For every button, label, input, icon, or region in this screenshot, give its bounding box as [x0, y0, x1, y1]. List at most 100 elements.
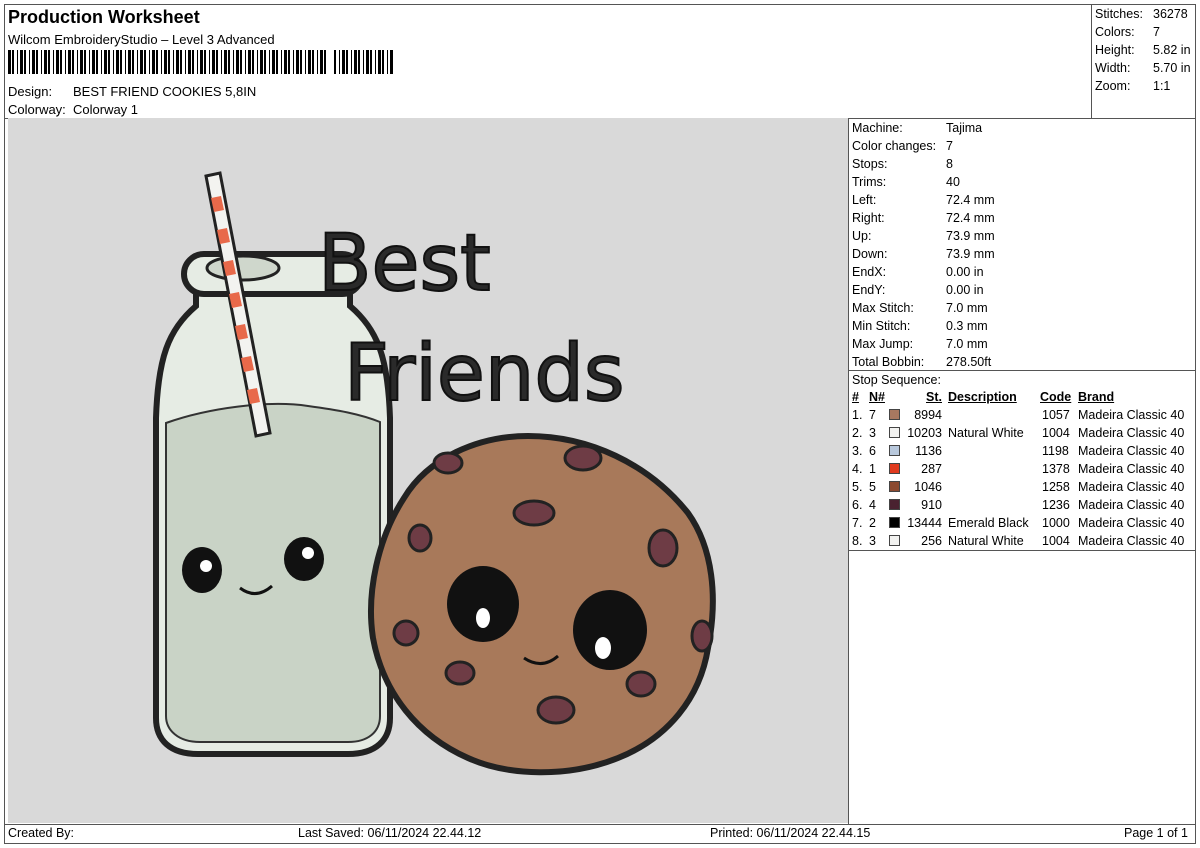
design-name: BEST FRIEND COOKIES 5,8IN — [73, 84, 257, 99]
stop-sequence-table: # N# St. Description Code Brand 1. 7 8994 1… — [851, 388, 1196, 550]
machine-info-value: 0.00 in — [946, 283, 984, 297]
stop-sequence-title: Stop Sequence: — [852, 373, 941, 387]
machine-info-row: Trims: 40 — [852, 173, 1192, 191]
cookie — [368, 432, 716, 776]
barcode-bar — [320, 50, 323, 74]
barcode-bar — [351, 50, 352, 74]
barcode-bar — [245, 50, 246, 74]
stitch-count: 910 — [921, 498, 942, 512]
table-row: 2. 3 10203 Natural White 1004 Madeira Classic… — [851, 424, 1196, 442]
thread-code: 1236 — [1042, 498, 1070, 512]
barcode-bar — [354, 50, 357, 74]
barcode-bar — [216, 50, 218, 74]
barcode-bar — [260, 50, 263, 74]
barcode-bar — [276, 50, 278, 74]
row-number: 5. — [852, 480, 863, 494]
barcode-bar — [104, 50, 107, 74]
machine-info-row: Left: 72.4 mm — [852, 191, 1192, 209]
machine-info-row: EndY: 0.00 in — [852, 281, 1192, 299]
thread-brand: Madeira Classic 40 — [1078, 516, 1185, 530]
machine-info-value: 73.9 mm — [946, 229, 995, 243]
col-st-header: St. — [926, 390, 942, 404]
barcode-bar — [387, 50, 388, 74]
needle-number: 1 — [869, 462, 876, 476]
color-swatch — [889, 535, 900, 546]
barcode-bar — [296, 50, 299, 74]
barcode-bar — [248, 50, 251, 74]
summary-label: Colors: — [1095, 25, 1135, 39]
barcode-bar — [197, 50, 198, 74]
col-brand-header: Brand — [1078, 390, 1115, 404]
barcode-bar — [128, 50, 131, 74]
design-text-friends: Friends — [344, 329, 625, 419]
table-row: 1. 7 8994 1057 Madeira Classic 40 — [851, 406, 1196, 424]
row-number: 3. — [852, 444, 863, 458]
summary-panel: Stitches: 36278 Colors: 7 Height: 5.82 in W… — [1095, 5, 1195, 95]
barcode-bar — [8, 50, 11, 74]
thread-brand: Madeira Classic 40 — [1078, 444, 1185, 458]
machine-info-label: Total Bobbin: — [852, 355, 925, 369]
stitch-count: 287 — [921, 462, 942, 476]
barcode-bar — [339, 50, 340, 74]
barcode-bar — [12, 50, 14, 74]
thread-code: 1004 — [1042, 426, 1070, 440]
barcode-bar — [125, 50, 126, 74]
machine-info-row: Right: 72.4 mm — [852, 209, 1192, 227]
color-swatch — [889, 463, 900, 474]
thread-description: Natural White — [948, 426, 1024, 440]
barcode-bar — [370, 50, 372, 74]
stitch-count: 10203 — [907, 426, 942, 440]
barcode-bar — [390, 50, 393, 74]
barcode-bar — [366, 50, 369, 74]
col-num-header: # — [852, 390, 859, 404]
thread-brand: Madeira Classic 40 — [1078, 480, 1185, 494]
machine-info-label: Machine: — [852, 121, 903, 135]
barcode-bar — [140, 50, 143, 74]
barcode-bar — [53, 50, 54, 74]
barcode-bar — [80, 50, 83, 74]
barcode-bar — [382, 50, 384, 74]
barcode-bar — [188, 50, 191, 74]
color-swatch — [889, 481, 900, 492]
summary-value: 1:1 — [1153, 79, 1171, 93]
page-number: Page 1 of 1 — [1124, 826, 1188, 840]
divider — [848, 550, 1196, 551]
barcode-bar — [144, 50, 146, 74]
machine-info-row: Up: 73.9 mm — [852, 227, 1192, 245]
barcode-bar — [236, 50, 239, 74]
machine-info-value: 73.9 mm — [946, 247, 995, 261]
barcode-bar — [41, 50, 42, 74]
design-label: Design: — [8, 84, 53, 99]
barcode-bar — [204, 50, 206, 74]
machine-info-label: Down: — [852, 247, 888, 261]
color-swatch — [889, 427, 900, 438]
barcode-bar — [224, 50, 227, 74]
barcode-bar — [324, 50, 326, 74]
summary-value: 5.70 in — [1153, 61, 1191, 75]
machine-info-label: Left: — [852, 193, 877, 207]
machine-info-label: Min Stitch: — [852, 319, 911, 333]
divider — [848, 118, 849, 824]
barcode-bar — [176, 50, 179, 74]
barcode-bar — [120, 50, 122, 74]
barcode-bar — [257, 50, 258, 74]
barcode-bar — [375, 50, 376, 74]
barcode-bar — [272, 50, 275, 74]
barcode-bar — [252, 50, 254, 74]
barcode-bar — [312, 50, 314, 74]
summary-label: Height: — [1095, 43, 1135, 57]
machine-info-row: Down: 73.9 mm — [852, 245, 1192, 263]
machine-info-row: Color changes: 7 — [852, 137, 1192, 155]
barcode-bar — [68, 50, 71, 74]
stitch-count: 1046 — [914, 480, 942, 494]
summary-value: 5.82 in — [1153, 43, 1191, 57]
barcode-bar — [240, 50, 242, 74]
barcode-bar — [288, 50, 290, 74]
summary-value: 36278 — [1153, 7, 1188, 21]
barcode-bar — [281, 50, 282, 74]
needle-number: 4 — [869, 498, 876, 512]
barcode-bar — [284, 50, 287, 74]
machine-info-row: Stops: 8 — [852, 155, 1192, 173]
barcode-bar — [84, 50, 86, 74]
barcode-bar — [269, 50, 270, 74]
